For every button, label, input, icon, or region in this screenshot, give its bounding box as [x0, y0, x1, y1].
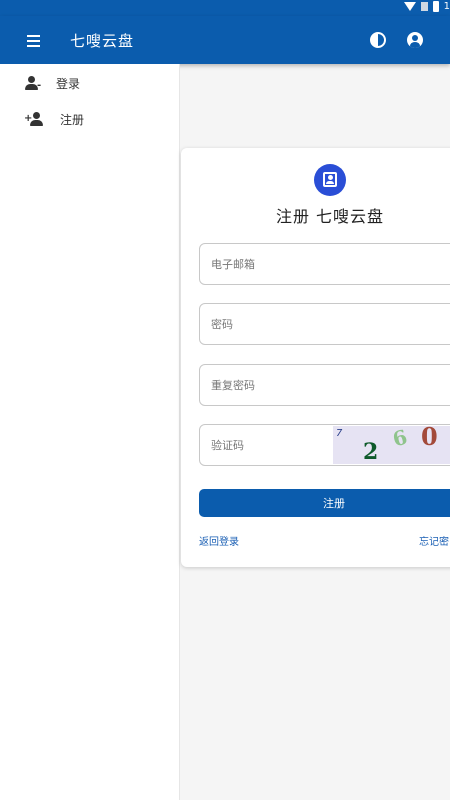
register-card: 注册 七嗖云盘 7 2 6 0 注册 返回登录 忘记密	[181, 148, 450, 567]
wifi-icon	[403, 2, 416, 11]
password-field	[199, 303, 450, 345]
register-title: 注册 七嗖云盘	[275, 207, 385, 226]
navigation-drawer: - 登录 + 注册	[0, 64, 180, 800]
register-badge-icon	[314, 164, 346, 196]
captcha-char: 2	[363, 439, 379, 464]
menu-icon[interactable]	[22, 30, 50, 52]
back-to-login-link[interactable]: 返回登录	[199, 533, 239, 548]
email-input[interactable]	[200, 244, 450, 284]
drawer-item-label: 登录	[56, 76, 81, 91]
app-title: 七嗖云盘	[70, 32, 135, 50]
repeat-password-input[interactable]	[200, 365, 450, 405]
password-input[interactable]	[200, 304, 450, 344]
status-time: 1	[443, 1, 450, 12]
drawer-item-label: 注册	[60, 112, 85, 127]
register-button[interactable]: 注册	[199, 489, 450, 517]
account-icon[interactable]	[407, 32, 423, 48]
forgot-password-link[interactable]: 忘记密	[419, 533, 449, 548]
battery-icon	[432, 1, 439, 12]
status-bar: 1	[0, 0, 450, 16]
person-add-icon: +	[24, 112, 44, 126]
sim-icon	[420, 2, 428, 11]
captcha-char: 6	[390, 426, 410, 452]
captcha-char: 0	[421, 426, 438, 451]
repeat-password-field	[199, 364, 450, 406]
theme-toggle-icon[interactable]	[370, 32, 386, 48]
captcha-image[interactable]: 7 2 6 0	[333, 426, 450, 464]
drawer-item-login[interactable]: - 登录	[0, 65, 179, 101]
drawer-item-register[interactable]: + 注册	[0, 101, 179, 137]
login-icon: -	[24, 76, 41, 91]
captcha-noise: 7	[336, 428, 343, 439]
status-icons: 1	[403, 1, 450, 12]
app-bar: 七嗖云盘	[0, 16, 450, 64]
email-field	[199, 243, 450, 285]
